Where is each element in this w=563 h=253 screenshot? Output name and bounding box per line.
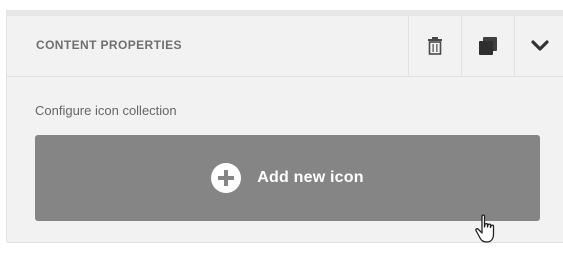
panel-title: CONTENT PROPERTIES: [36, 38, 182, 52]
copy-icon: [479, 37, 497, 55]
add-new-icon-button[interactable]: Add new icon: [35, 135, 540, 221]
panel-header: CONTENT PROPERTIES: [7, 16, 563, 77]
content-properties-stage: CONTENT PROPERTIES Configure icon collec…: [0, 0, 563, 253]
delete-button[interactable]: [408, 16, 461, 76]
plus-circle-icon: [211, 163, 242, 193]
configure-icon-collection-label: Configure icon collection: [35, 103, 177, 118]
duplicate-button[interactable]: [461, 16, 514, 76]
add-new-icon-label: Add new icon: [257, 169, 364, 186]
content-properties-panel: CONTENT PROPERTIES Configure icon collec…: [6, 16, 563, 243]
trash-icon: [428, 37, 442, 55]
chevron-down-icon: [531, 40, 549, 51]
hand-pointer-icon: [475, 214, 495, 243]
collapse-button[interactable]: [514, 16, 563, 76]
